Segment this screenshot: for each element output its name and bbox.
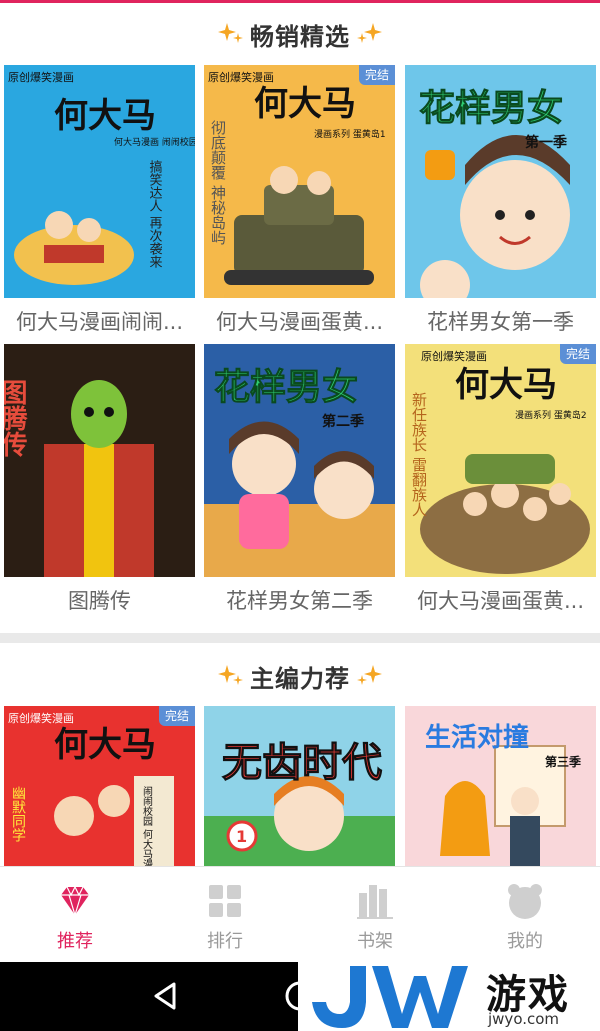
tab-ranking[interactable]: 排行 — [150, 867, 300, 962]
cover-logo-text: 何大马 — [254, 84, 356, 124]
section-title-bestsellers: 畅销精选 — [0, 14, 600, 54]
tab-label: 我的 — [507, 931, 543, 952]
sparkle-icon — [218, 663, 244, 689]
cover-sub-text: 1 — [236, 827, 247, 846]
cover-logo-text: 花样男女 — [214, 367, 358, 408]
tab-label: 排行 — [207, 931, 243, 952]
watermark-url: jwyo.com — [488, 1010, 560, 1028]
cover-logo-text: 何大马 — [54, 725, 156, 765]
comic-title[interactable]: 何大马漫画闹闹... — [0, 298, 199, 346]
comic-title[interactable]: 花样男女第一季 — [401, 298, 600, 346]
comic-cover[interactable]: 生活对撞 第三季 — [405, 706, 596, 866]
cover-top-text: 原创爆笑漫画 — [208, 70, 274, 84]
cover-sub-text: 漫画系列 蛋黄岛1 — [314, 128, 386, 140]
completed-badge: 完结 — [358, 65, 395, 85]
cover-side-text: 幽默同学 — [10, 786, 26, 842]
cover-logo-text: 生活对撞 — [425, 723, 529, 753]
cover-logo-text: 花样男女 — [419, 88, 563, 129]
sparkle-icon — [218, 21, 244, 47]
tab-label: 推荐 — [57, 931, 93, 952]
bookshelf-icon — [357, 885, 393, 919]
comic-card[interactable]: 原创爆笑漫画 何大马 漫画系列 蛋黄岛2 新任族长 雷翻族人 完结 何大马漫画蛋… — [405, 344, 596, 625]
comic-card[interactable]: 1 无齿时代 — [204, 706, 395, 866]
bottom-tab-bar: 推荐 排行 书架 我的 — [0, 866, 600, 962]
comic-title[interactable]: 花样男女第二季 — [200, 577, 399, 625]
section-title-text: 畅销精选 — [250, 22, 350, 51]
grid-icon — [209, 885, 241, 917]
comic-card[interactable]: 图腾传 图腾传 — [4, 344, 195, 625]
cover-sub-text: 闹闹校园 何大马漫画 1 — [141, 785, 153, 866]
comic-cover[interactable]: 原创爆笑漫画 何大马 何大马漫画 闹闹校园2 搞笑达人 再次袭来 — [4, 65, 195, 298]
section-title-editor-picks: 主编力荐 — [0, 656, 600, 696]
sparkle-icon — [356, 21, 382, 47]
comic-title[interactable]: 何大马漫画蛋黄... — [401, 577, 600, 625]
comic-cover[interactable]: 原创爆笑漫画 何大马 漫画系列 蛋黄岛2 新任族长 雷翻族人 完结 — [405, 344, 596, 577]
completed-badge: 完结 — [158, 706, 195, 726]
cover-sub-text: 第二季 — [322, 413, 364, 430]
tab-bookshelf[interactable]: 书架 — [300, 867, 450, 962]
sparkle-icon — [356, 663, 382, 689]
comic-card[interactable]: 花样男女 第二季 花样男女第二季 — [204, 344, 395, 625]
cover-logo-text: 无齿时代 — [222, 740, 382, 786]
comic-title[interactable]: 何大马漫画蛋黄... — [200, 298, 399, 346]
comic-cover[interactable]: 花样男女 第二季 — [204, 344, 395, 577]
comic-cover[interactable]: 原创爆笑漫画 何大马 漫画系列 蛋黄岛1 彻底颠覆 神秘岛屿 完结 — [204, 65, 395, 298]
cover-side-text: 彻底颠覆 神秘岛屿 — [209, 120, 227, 246]
cover-sub-text: 第一季 — [525, 134, 567, 151]
cover-top-text: 原创爆笑漫画 — [8, 70, 74, 84]
comic-card[interactable]: 原创爆笑漫画 何大马 漫画系列 蛋黄岛1 彻底颠覆 神秘岛屿 完结 何大马漫画蛋… — [204, 65, 395, 346]
tab-label: 书架 — [357, 931, 393, 952]
section-title-text: 主编力荐 — [250, 664, 350, 693]
cover-logo-text: 何大马 — [455, 365, 557, 405]
cover-side-text: 新任族长 雷翻族人 — [410, 392, 428, 517]
comic-cover[interactable]: 1 无齿时代 — [204, 706, 395, 866]
top-accent-line — [0, 0, 600, 3]
comic-card[interactable]: 花样男女 第一季 花样男女第一季 — [405, 65, 596, 346]
site-watermark: 游戏 jwyo.com — [298, 962, 600, 1031]
cover-sub-text: 何大马漫画 闹闹校园2 — [114, 136, 195, 148]
comic-card[interactable]: 原创爆笑漫画 何大马 何大马漫画 闹闹校园2 搞笑达人 再次袭来 何大马漫画闹闹… — [4, 65, 195, 346]
cover-sub-text: 第三季 — [545, 754, 582, 769]
comic-cover[interactable]: 花样男女 第一季 — [405, 65, 596, 298]
comic-cover[interactable]: 原创爆笑漫画 何大马 幽默同学 闹闹校园 何大马漫画 1 完结 — [4, 706, 195, 866]
cover-top-text: 原创爆笑漫画 — [8, 711, 74, 725]
comic-title[interactable]: 图腾传 — [0, 577, 199, 625]
cover-side-text: 搞笑达人 再次袭来 — [147, 159, 163, 268]
cover-logo-text: 何大马 — [54, 96, 156, 136]
comic-card[interactable]: 生活对撞 第三季 — [405, 706, 596, 866]
cover-logo-text: 图腾传 — [4, 379, 28, 458]
back-icon[interactable] — [146, 976, 186, 1016]
jw-logo — [312, 966, 468, 1028]
tab-recommend[interactable]: 推荐 — [0, 867, 150, 962]
comic-card[interactable]: 原创爆笑漫画 何大马 幽默同学 闹闹校园 何大马漫画 1 完结 — [4, 706, 195, 866]
diamond-icon — [61, 885, 89, 918]
completed-badge: 完结 — [559, 344, 596, 364]
bear-icon — [508, 884, 542, 919]
tab-mine[interactable]: 我的 — [450, 867, 600, 962]
comic-cover[interactable]: 图腾传 — [4, 344, 195, 577]
section-divider — [0, 633, 600, 643]
cover-top-text: 原创爆笑漫画 — [421, 349, 487, 363]
cover-sub-text: 漫画系列 蛋黄岛2 — [515, 409, 587, 421]
